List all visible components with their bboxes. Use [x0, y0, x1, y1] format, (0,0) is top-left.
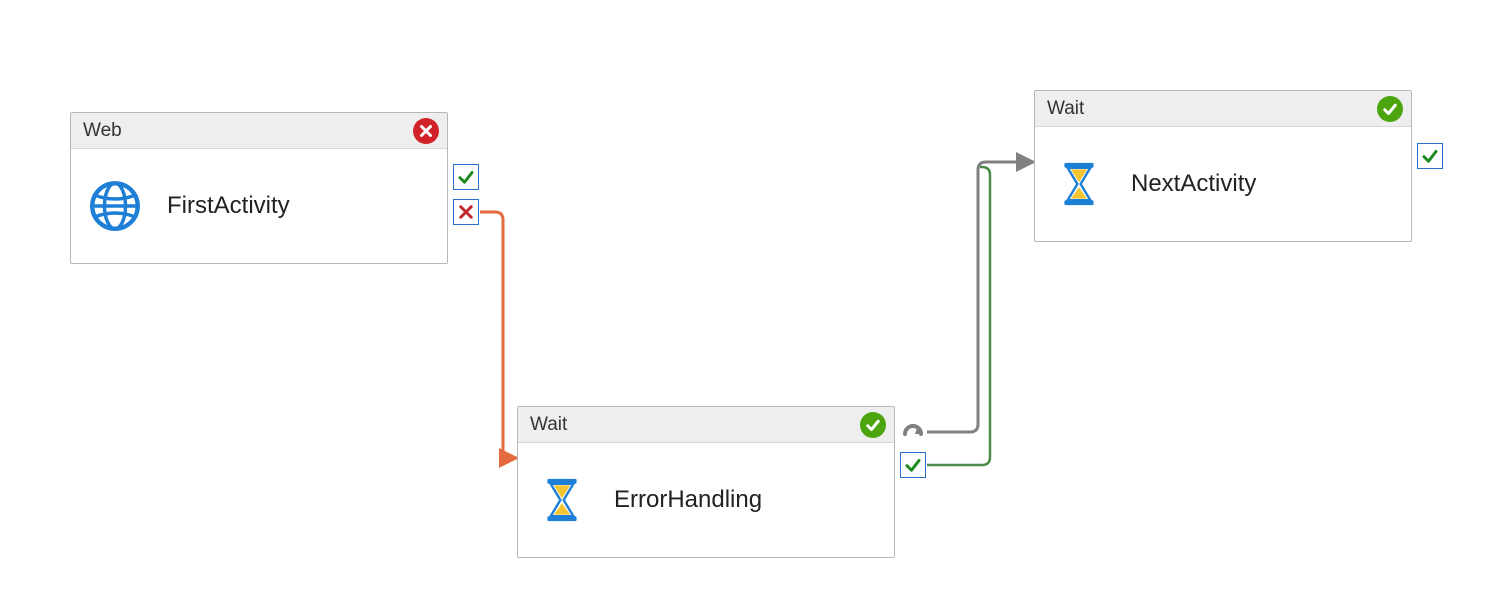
node-type-label: Wait: [1047, 98, 1084, 120]
node-header: Wait: [518, 407, 894, 443]
hourglass-icon: [534, 472, 590, 528]
output-port-failure[interactable]: [453, 199, 479, 225]
output-port-success[interactable]: [453, 164, 479, 190]
status-success-icon: [1377, 96, 1403, 122]
pipeline-canvas[interactable]: Web FirstActivity Wait: [0, 0, 1491, 602]
node-body: NextActivity: [1035, 127, 1411, 241]
activity-name-label: FirstActivity: [167, 192, 290, 220]
node-type-label: Web: [83, 120, 122, 142]
activity-node-errorhandling[interactable]: Wait ErrorHandling: [517, 406, 895, 558]
node-header: Wait: [1035, 91, 1411, 127]
node-body: FirstActivity: [71, 149, 447, 263]
node-body: ErrorHandling: [518, 443, 894, 557]
node-type-label: Wait: [530, 414, 567, 436]
connector-eh-completion-to-next: [927, 162, 1034, 432]
activity-node-first[interactable]: Web FirstActivity: [70, 112, 448, 264]
status-success-icon: [860, 412, 886, 438]
globe-icon: [87, 178, 143, 234]
activity-name-label: ErrorHandling: [614, 486, 762, 514]
output-port-success[interactable]: [1417, 143, 1443, 169]
node-header: Web: [71, 113, 447, 149]
connector-eh-success-to-next: [927, 167, 990, 465]
output-port-success[interactable]: [900, 452, 926, 478]
status-error-icon: [413, 118, 439, 144]
connector-first-to-errorhandling: [480, 212, 517, 458]
output-port-completion[interactable]: [900, 419, 926, 445]
activity-name-label: NextActivity: [1131, 170, 1256, 198]
activity-node-next[interactable]: Wait NextActivity: [1034, 90, 1412, 242]
hourglass-icon: [1051, 156, 1107, 212]
